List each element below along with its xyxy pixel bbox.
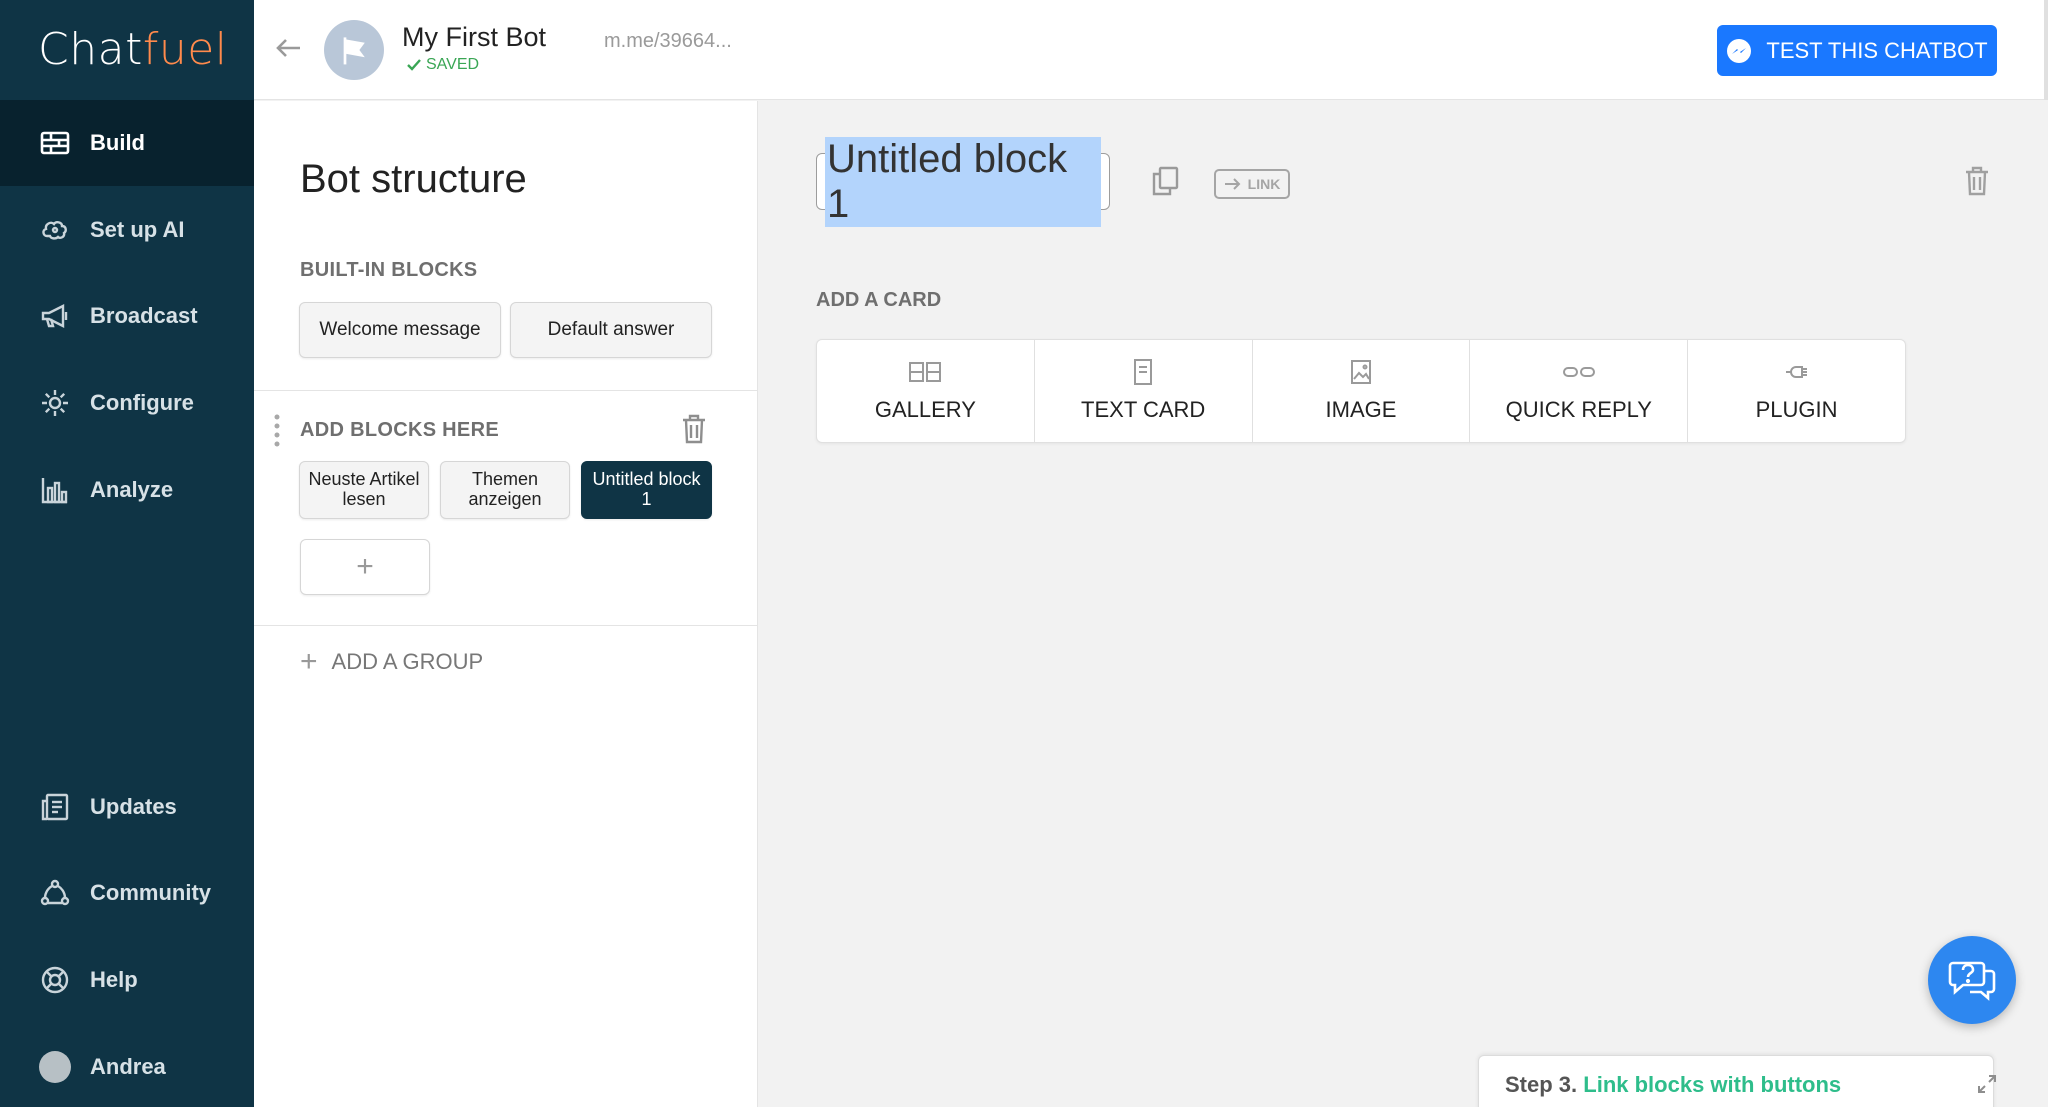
checkmark-icon: [407, 59, 421, 71]
block-welcome-message[interactable]: Welcome message: [299, 302, 501, 358]
sidebar-item-community[interactable]: Community: [0, 850, 254, 936]
text-card-icon: [1134, 359, 1153, 385]
onboarding-step-panel[interactable]: Step 3. Link blocks with buttons: [1478, 1055, 1997, 1107]
gear-icon: [38, 386, 72, 420]
plugin-icon: [1785, 366, 1807, 378]
block-editor: Untitled block 1 LINK ADD A CARD GALLERY…: [758, 101, 2048, 1107]
bot-structure-panel: Bot structure BUILT-IN BLOCKS Welcome me…: [254, 101, 758, 1107]
bot-name[interactable]: My First Bot: [402, 22, 546, 53]
scrollbar[interactable]: [2044, 0, 2048, 100]
divider: [254, 390, 758, 391]
sidebar-item-label: Build: [90, 130, 145, 155]
bot-avatar[interactable]: [324, 20, 384, 80]
trash-icon[interactable]: [680, 413, 708, 445]
group-title[interactable]: ADD BLOCKS HERE: [300, 419, 499, 442]
card-type-bar: GALLERY TEXT CARD IMAGE QUICK REPLY PLUG…: [816, 339, 1906, 443]
sidebar-item-label: Updates: [90, 794, 177, 819]
block-title-input[interactable]: Untitled block 1: [816, 136, 1110, 227]
sidebar-item-configure[interactable]: Configure: [0, 360, 254, 446]
flag-icon: [343, 37, 365, 65]
divider: [254, 625, 758, 626]
community-icon: [38, 876, 72, 910]
sidebar-item-updates[interactable]: Updates: [0, 764, 254, 850]
sidebar-item-setup-ai[interactable]: Set up AI: [0, 187, 254, 273]
add-card-label: ADD A CARD: [816, 289, 942, 311]
step-link[interactable]: Link blocks with buttons: [1583, 1072, 1841, 1097]
sidebar-item-label: Broadcast: [90, 303, 198, 328]
user-avatar: [38, 1050, 72, 1084]
updates-icon: [38, 790, 72, 824]
top-header: My First Bot SAVED m.me/39664... TEST TH…: [254, 0, 2048, 100]
bot-url[interactable]: m.me/39664...: [604, 30, 732, 53]
megaphone-icon: [38, 299, 72, 333]
block-untitled-1[interactable]: Untitled block 1: [581, 461, 712, 519]
chatfuel-logo[interactable]: Chatfuel: [38, 24, 228, 75]
build-icon: [38, 126, 72, 160]
link-arrow-icon: [1224, 178, 1241, 190]
step-text: Step 3. Link blocks with buttons: [1505, 1072, 1842, 1097]
quick-reply-icon: [1562, 367, 1595, 377]
sidebar-item-label: Help: [90, 967, 138, 992]
gallery-icon: [909, 362, 942, 382]
card-option-plugin[interactable]: PLUGIN: [1688, 340, 1905, 442]
sidebar: Chatfuel Build Set up AI Broadcast Confi…: [0, 0, 254, 1107]
image-icon: [1350, 360, 1371, 384]
card-option-gallery[interactable]: GALLERY: [817, 340, 1035, 442]
help-chat-icon: [1948, 961, 1996, 1001]
card-option-text[interactable]: TEXT CARD: [1035, 340, 1253, 442]
block-themen-anzeigen[interactable]: Themen anzeigen: [440, 461, 570, 519]
block-neuste-artikel[interactable]: Neuste Artikel lesen: [299, 461, 429, 519]
save-status: SAVED: [406, 56, 479, 74]
sidebar-item-build[interactable]: Build: [0, 100, 254, 186]
add-block-button[interactable]: +: [300, 539, 430, 595]
built-in-blocks-label: BUILT-IN BLOCKS: [300, 259, 478, 281]
plus-icon: +: [300, 645, 318, 678]
drag-handle-icon[interactable]: [270, 413, 284, 447]
ai-brain-icon: [38, 213, 72, 247]
panel-title: Bot structure: [300, 157, 527, 201]
lifebuoy-icon: [38, 963, 72, 997]
sidebar-item-label: Analyze: [90, 477, 174, 502]
sidebar-item-account[interactable]: Andrea: [0, 1024, 254, 1107]
copy-icon[interactable]: [1150, 165, 1180, 197]
sidebar-item-broadcast[interactable]: Broadcast: [0, 273, 254, 359]
support-chat-button[interactable]: [1928, 936, 2016, 1024]
expand-icon[interactable]: [1977, 1074, 1997, 1094]
test-chatbot-button[interactable]: TEST THIS CHATBOT: [1717, 25, 1997, 76]
card-option-image[interactable]: IMAGE: [1253, 340, 1471, 442]
block-default-answer[interactable]: Default answer: [510, 302, 712, 358]
sidebar-item-label: Community: [90, 880, 211, 905]
sidebar-item-label: Set up AI: [90, 217, 185, 242]
trash-icon[interactable]: [1964, 165, 1990, 197]
card-option-quick-reply[interactable]: QUICK REPLY: [1470, 340, 1689, 442]
add-group-button[interactable]: + ADD A GROUP: [300, 645, 483, 678]
back-arrow-icon[interactable]: [270, 30, 306, 66]
sidebar-item-label: Configure: [90, 390, 194, 415]
messenger-icon: [1727, 38, 1752, 63]
sidebar-item-label: Andrea: [90, 1054, 166, 1079]
link-button[interactable]: LINK: [1214, 169, 1290, 199]
bar-chart-icon: [38, 473, 72, 507]
sidebar-item-analyze[interactable]: Analyze: [0, 447, 254, 533]
sidebar-item-help[interactable]: Help: [0, 937, 254, 1023]
